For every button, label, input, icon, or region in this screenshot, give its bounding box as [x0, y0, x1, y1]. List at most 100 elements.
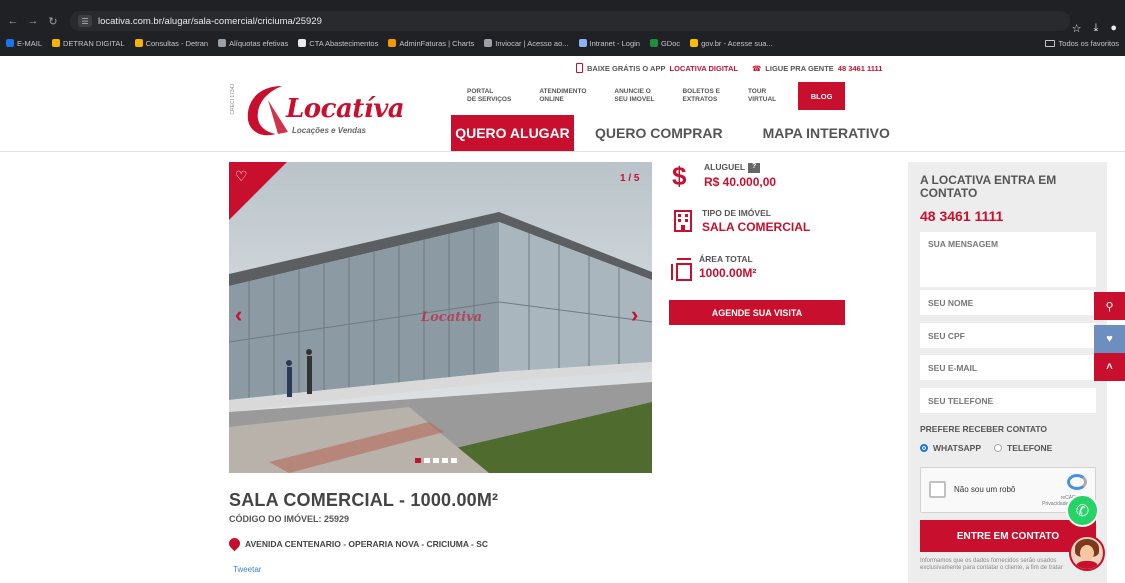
call-text: LIGUE PRA GENTE	[765, 63, 834, 73]
tab-quero-alugar[interactable]: QUERO ALUGAR	[451, 115, 574, 151]
radio-whatsapp-label[interactable]: WHATSAPP	[933, 443, 981, 453]
area-label: ÁREA TOTAL	[699, 254, 753, 264]
whatsapp-button[interactable]: ✆	[1066, 494, 1099, 527]
phone-call-icon: ☎	[751, 63, 762, 73]
rent-value: R$ 40.000,00	[704, 174, 777, 189]
radio-whatsapp[interactable]	[920, 444, 928, 452]
chat-assistant-avatar[interactable]	[1069, 535, 1105, 571]
app-promo-text[interactable]: BAIXE GRÁTIS O APP	[587, 64, 665, 73]
bookmark-favicon-icon	[52, 39, 61, 47]
rent-label: ALUGUEL	[704, 162, 746, 172]
app-brand[interactable]: LOCATIVA DIGITAL	[669, 64, 737, 73]
top-menu: PORTAL DE SERVIÇOS ATENDIMENTO ONLINE AN…	[467, 82, 846, 110]
side-favorites-button[interactable]: ♥	[1094, 325, 1125, 353]
header-divider	[0, 151, 1125, 152]
site-logo[interactable]: CRECI 1734J Locatíva Locações e Vendas	[230, 80, 410, 140]
address-text: AVENIDA CENTENARIO - OPERARIA NOVA - CRI…	[245, 538, 489, 549]
bookmark-favicon-icon	[218, 39, 227, 47]
main-tabs: QUERO ALUGAR QUERO COMPRAR MAPA INTERATI…	[451, 115, 890, 151]
forward-icon[interactable]: →	[26, 14, 40, 28]
download-icon[interactable]: ⤓	[1093, 22, 1098, 35]
bookmark-favicon-icon	[6, 39, 14, 47]
bookmark-favicon-icon	[388, 39, 397, 47]
building-icon	[674, 210, 692, 232]
tab-quero-comprar[interactable]: QUERO COMPRAR	[595, 115, 723, 151]
radio-telefone[interactable]	[994, 444, 1003, 452]
menu-tour-virtual[interactable]: TOUR VIRTUAL	[748, 88, 776, 110]
bookmark-favicon-icon	[134, 39, 143, 47]
radio-telefone-label[interactable]: TELEFONE	[1007, 443, 1052, 453]
bookmark-item[interactable]: GDoc	[649, 39, 680, 48]
cpf-field[interactable]: SEU CPF	[920, 323, 1096, 348]
gallery-dot[interactable]	[415, 458, 421, 463]
bookmark-favicon-icon	[578, 39, 587, 47]
url-text: locativa.com.br/alugar/sala-comercial/cr…	[98, 15, 322, 27]
menu-blog-button[interactable]: BLOG	[798, 82, 846, 110]
location-pin-icon	[226, 535, 243, 552]
smartphone-icon	[576, 63, 583, 73]
bookmark-item[interactable]: Inviocar | Acesso ao...	[484, 39, 569, 48]
area-icon	[671, 258, 692, 281]
email-field[interactable]: SEU E-MAIL	[920, 355, 1096, 380]
bookmark-item[interactable]: AdminFaturas | Charts	[388, 39, 474, 48]
tweet-link[interactable]: Tweetar	[233, 565, 261, 574]
bookmark-favicon-icon	[298, 39, 307, 47]
gallery-dot[interactable]	[442, 458, 448, 463]
type-label: TIPO DE IMÓVEL	[702, 208, 771, 218]
call-number[interactable]: 48 3461 1111	[838, 64, 883, 73]
site-settings-icon[interactable]: ☰	[78, 15, 92, 27]
menu-portal-servicos[interactable]: PORTAL DE SERVIÇOS	[467, 88, 511, 110]
bookmark-star-icon[interactable]: ☆	[1072, 22, 1082, 35]
reload-icon[interactable]: ↻	[46, 14, 60, 28]
menu-atendimento-online[interactable]: ATENDIMENTO ONLINE	[539, 88, 586, 110]
listing-address: AVENIDA CENTENARIO - OPERARIA NOVA - CRI…	[226, 535, 489, 552]
phone-field[interactable]: SEU TELEFONE	[920, 388, 1096, 413]
logo-subtitle: Locações e Vendas	[292, 126, 366, 135]
gallery-dot[interactable]	[451, 458, 457, 463]
tab-mapa-interativo[interactable]: MAPA INTERATIVO	[763, 115, 890, 151]
heart-icon: ♥	[1106, 333, 1113, 345]
all-bookmarks[interactable]: Todos os favoritos	[1044, 39, 1119, 48]
rent-info: $ ALUGUEL? R$ 40.000,00	[672, 162, 776, 190]
logo-wordmark: Locatíva	[286, 94, 405, 124]
contact-preference: WHATSAPP TELEFONE	[920, 443, 1052, 453]
chevron-up-icon: ˄	[1106, 361, 1113, 373]
side-scroll-top-button[interactable]: ˄	[1094, 353, 1125, 381]
bookmark-favicon-icon	[690, 39, 699, 47]
whatsapp-icon: ✆	[1075, 502, 1090, 520]
bookmark-item[interactable]: Alíquotas efetivas	[218, 39, 288, 48]
bookmark-favicon-icon	[484, 39, 493, 47]
browser-chrome: ← → ↻ ☰ locativa.com.br/alugar/sala-come…	[0, 0, 1125, 56]
photo-gallery[interactable]: ♡ 1 / 5 Locativa ‹ ›	[229, 162, 652, 473]
bookmark-item[interactable]: Consultas - Detran	[134, 39, 208, 48]
gallery-prev-icon[interactable]: ‹	[235, 302, 242, 328]
side-location-button[interactable]: ⚲	[1094, 292, 1125, 320]
url-bar[interactable]: ☰ locativa.com.br/alugar/sala-comercial/…	[70, 11, 1070, 31]
gallery-counter: 1 / 5	[620, 173, 640, 184]
bookmark-item[interactable]: CTA Abastecimentos	[298, 39, 378, 48]
gallery-next-icon[interactable]: ›	[631, 302, 638, 328]
profile-icon[interactable]: ●	[1110, 22, 1117, 35]
gallery-watermark: Locativa	[421, 310, 483, 325]
heart-icon[interactable]: ♡	[235, 168, 248, 185]
bookmark-item[interactable]: Intranet - Login	[578, 39, 640, 48]
address-bar-row: ← → ↻ ☰ locativa.com.br/alugar/sala-come…	[0, 10, 1125, 35]
bookmark-item[interactable]: gov.br - Acesse sua...	[690, 39, 773, 48]
message-field[interactable]: SUA MENSAGEM	[920, 232, 1096, 287]
dollar-icon: $	[672, 161, 687, 191]
recaptcha-checkbox[interactable]	[929, 481, 946, 498]
prefer-contact-label: PREFERE RECEBER CONTATO	[920, 424, 1048, 434]
gallery-dot[interactable]	[433, 458, 439, 463]
schedule-visit-button[interactable]: AGENDE SUA VISITA	[669, 300, 845, 325]
bookmark-item[interactable]: E-MAIL	[6, 39, 42, 48]
listing-code: CÓDIGO DO IMÓVEL: 25929	[229, 514, 350, 524]
name-field[interactable]: SEU NOME	[920, 290, 1096, 315]
menu-anuncie-imovel[interactable]: ANUNCIE O SEU IMOVEL	[614, 88, 654, 110]
menu-boletos-extratos[interactable]: BOLETOS E EXTRATOS	[682, 88, 719, 110]
rent-help-badge[interactable]: ?	[748, 162, 761, 173]
contact-phone[interactable]: 48 3461 1111	[920, 208, 1003, 224]
gallery-dot[interactable]	[424, 458, 430, 463]
recaptcha-logo-icon	[1067, 474, 1087, 490]
back-icon[interactable]: ←	[6, 14, 20, 28]
bookmark-item[interactable]: DETRAN DIGITAL	[52, 39, 125, 48]
